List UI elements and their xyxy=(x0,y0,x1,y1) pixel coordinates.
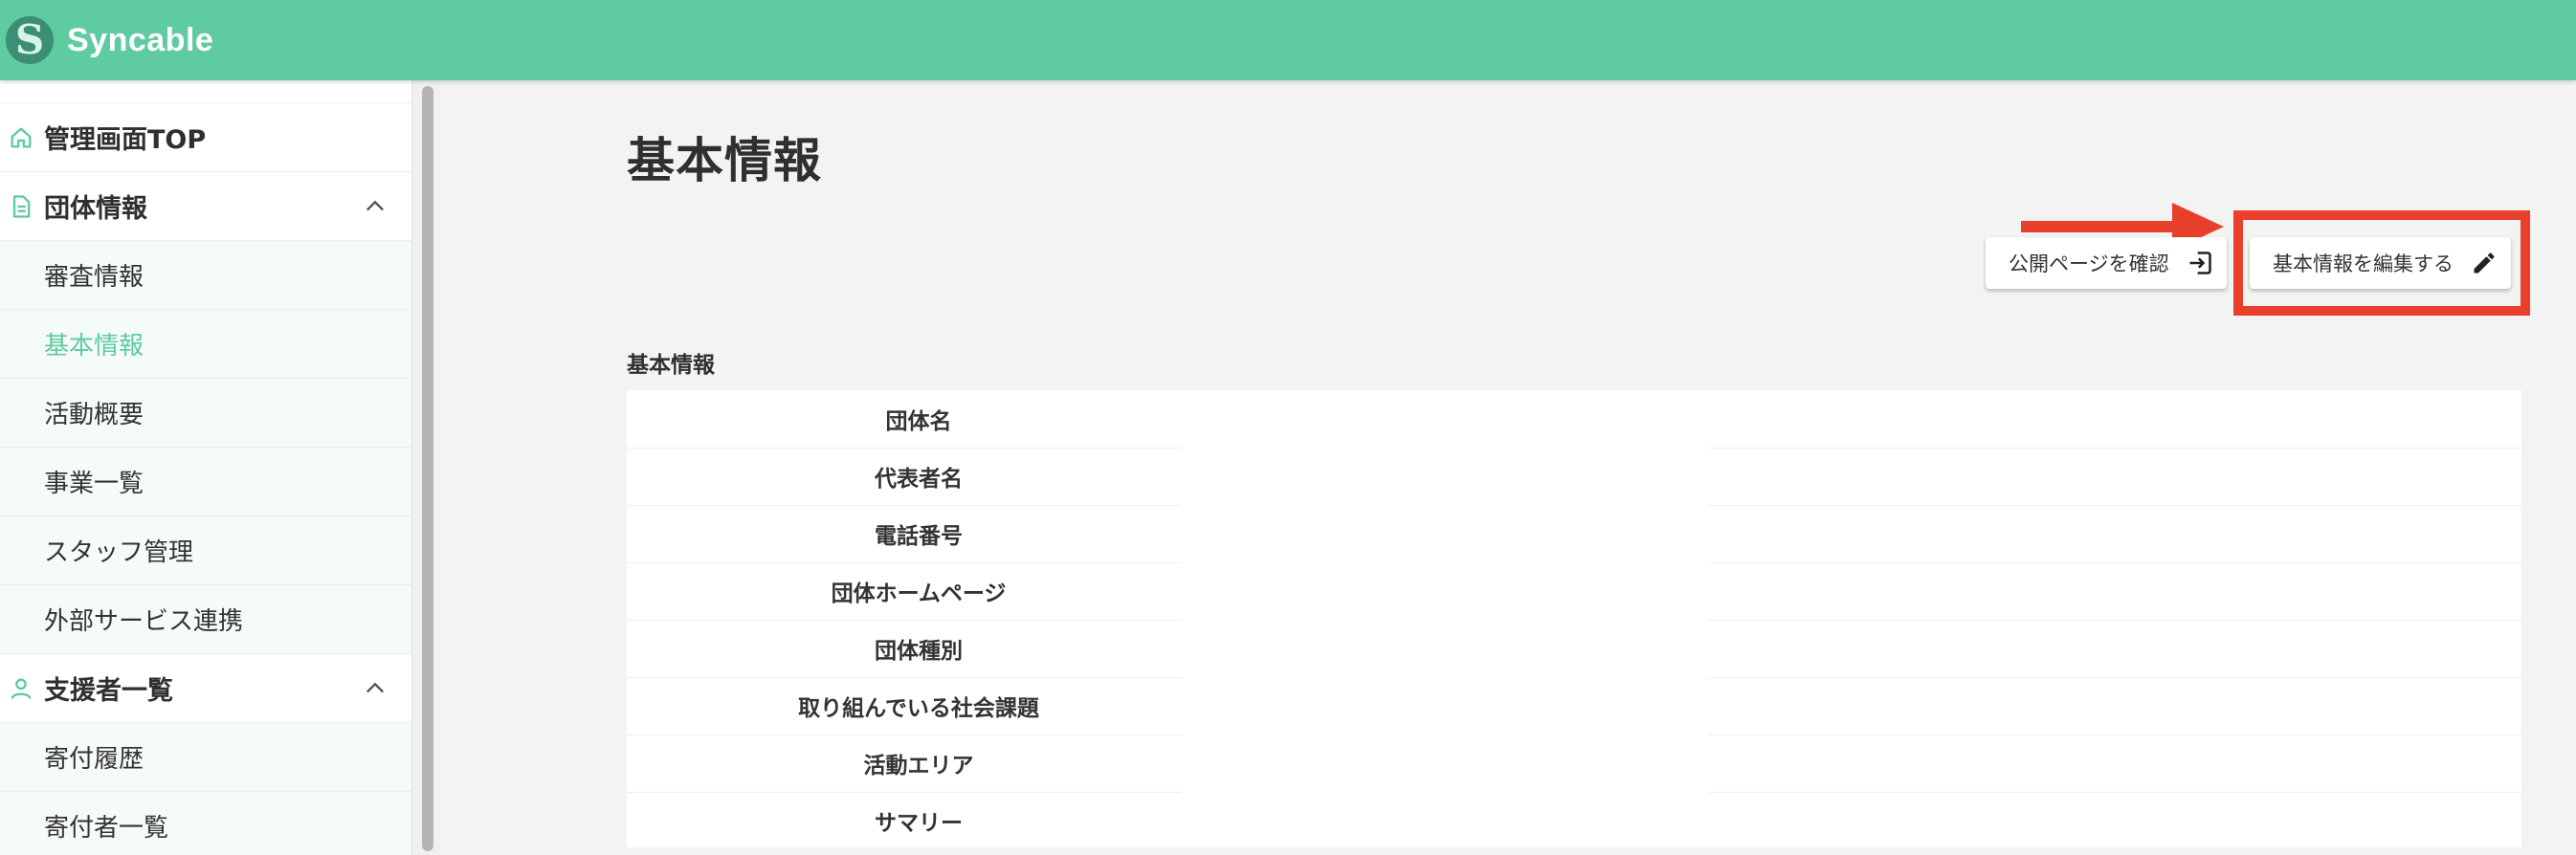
sidebar-item-label: 寄付者一覧 xyxy=(44,814,169,843)
sidebar-item-label: 支援者一覧 xyxy=(44,676,173,706)
sidebar-item-label: スタッフ管理 xyxy=(44,538,194,567)
sidebar-item-label: 事業一覧 xyxy=(44,470,144,498)
table-row: 取り組んでいる社会課題 xyxy=(627,677,2521,734)
sidebar-scrollbar[interactable] xyxy=(411,80,440,855)
sidebar-item-donation-history[interactable]: 寄付履歴 xyxy=(0,723,411,792)
table-row: 活動エリア xyxy=(627,734,2521,792)
table-row: 団体名 xyxy=(627,390,2521,448)
basic-info-table: 団体名 代表者名 電話番号 団体ホームページ 団体種別 取り組んでいる社会課題 … xyxy=(627,390,2521,847)
view-public-page-button[interactable]: 公開ページを確認 xyxy=(1986,237,2227,289)
app-header: S Syncable xyxy=(0,0,2576,80)
sidebar-item-admin-top[interactable]: 管理画面TOP xyxy=(0,103,411,172)
sidebar-item-label: 審査情報 xyxy=(44,263,144,292)
home-icon xyxy=(8,124,34,151)
sidebar-item-supporters[interactable]: 支援者一覧 xyxy=(0,654,411,723)
page-title: 基本情報 xyxy=(627,133,822,188)
table-row: 団体ホームページ xyxy=(627,562,2521,620)
view-public-page-label: 公開ページを確認 xyxy=(2009,252,2169,275)
sidebar-item-basic-info[interactable]: 基本情報 xyxy=(0,310,411,379)
sidebar-scrollbar-thumb[interactable] xyxy=(422,86,433,851)
sidebar-item-project-list[interactable]: 事業一覧 xyxy=(0,448,411,516)
sidebar-item-label: 管理画面TOP xyxy=(44,125,207,155)
annotation-highlight-box xyxy=(2233,210,2530,316)
sidebar-item-label: 活動概要 xyxy=(44,401,144,429)
field-label: サマリー xyxy=(875,811,963,836)
field-label: 代表者名 xyxy=(875,467,963,492)
app-name[interactable]: Syncable xyxy=(67,22,213,59)
person-icon xyxy=(8,675,34,702)
sidebar-item-label: 外部サービス連携 xyxy=(44,607,244,636)
sidebar-item-label: 団体情報 xyxy=(44,194,147,224)
sidebar-item-label: 寄付履歴 xyxy=(44,745,144,774)
chevron-up-icon[interactable] xyxy=(362,193,389,220)
annotation-arrow-shaft xyxy=(2021,221,2184,232)
field-label: 活動エリア xyxy=(863,754,974,778)
document-icon xyxy=(8,193,34,220)
sidebar-item-screening-info[interactable]: 審査情報 xyxy=(0,241,411,310)
logo-letter: S xyxy=(14,16,45,63)
section-title: 基本情報 xyxy=(627,353,715,378)
field-label: 電話番号 xyxy=(875,524,963,549)
exit-to-app-icon xyxy=(2189,252,2211,274)
sidebar-item-donor-list[interactable]: 寄付者一覧 xyxy=(0,792,411,855)
field-label: 取り組んでいる社会課題 xyxy=(798,696,1039,721)
table-row: 代表者名 xyxy=(627,448,2521,505)
sidebar-item-label: 基本情報 xyxy=(44,332,144,361)
syncable-logo-icon[interactable]: S xyxy=(6,16,54,64)
sidebar-item-staff-management[interactable]: スタッフ管理 xyxy=(0,516,411,585)
field-label: 団体ホームページ xyxy=(831,581,1007,606)
field-label: 団体名 xyxy=(885,409,952,434)
chevron-up-icon[interactable] xyxy=(362,675,389,702)
sidebar: 管理画面TOP 団体情報 審査情報 基本情報 活動概要 事業一覧 スタッフ管理 … xyxy=(0,80,411,855)
table-row: サマリー xyxy=(627,792,2521,849)
table-row: 団体種別 xyxy=(627,620,2521,677)
table-row: 電話番号 xyxy=(627,505,2521,562)
sidebar-item-external-services[interactable]: 外部サービス連携 xyxy=(0,585,411,654)
field-label: 団体種別 xyxy=(875,639,963,664)
sidebar-top-gap xyxy=(0,80,411,103)
sidebar-item-activity-overview[interactable]: 活動概要 xyxy=(0,379,411,448)
sidebar-item-organization-info[interactable]: 団体情報 xyxy=(0,172,411,241)
